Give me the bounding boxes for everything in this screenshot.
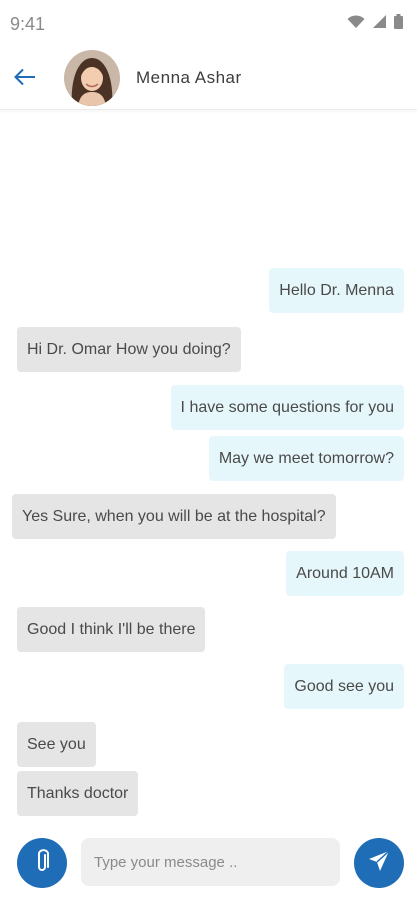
status-bar: 9:41 [0,0,417,48]
message-received: See you [17,722,96,767]
message-sent: Good see you [284,664,404,709]
status-icons [347,14,403,34]
signal-icon [373,15,386,33]
chat-header: Menna Ashar [0,48,417,110]
paperclip-icon [35,848,49,879]
message-received: Thanks doctor [17,771,139,816]
status-time: 9:41 [10,14,46,34]
wifi-icon [347,14,365,34]
message-sent: Hello Dr. Menna [269,268,404,313]
contact-name[interactable]: Menna Ashar [136,68,242,88]
message-sent: Around 10AM [286,551,404,596]
message-received: Good I think I'll be there [17,607,206,652]
message-sent: May we meet tomorrow? [208,436,404,481]
message-received: Yes Sure, when you will be at the hospit… [12,494,336,539]
arrow-left-icon [14,68,36,91]
attach-button[interactable] [17,838,67,888]
send-icon [368,849,390,877]
send-button[interactable] [354,838,404,888]
back-button[interactable] [10,64,40,94]
avatar[interactable] [64,50,120,106]
battery-icon [394,14,403,34]
message-input[interactable] [81,838,340,886]
message-composer [0,830,417,894]
message-sent: I have some questions for you [170,385,404,430]
message-received: Hi Dr. Omar How you doing? [17,327,241,372]
